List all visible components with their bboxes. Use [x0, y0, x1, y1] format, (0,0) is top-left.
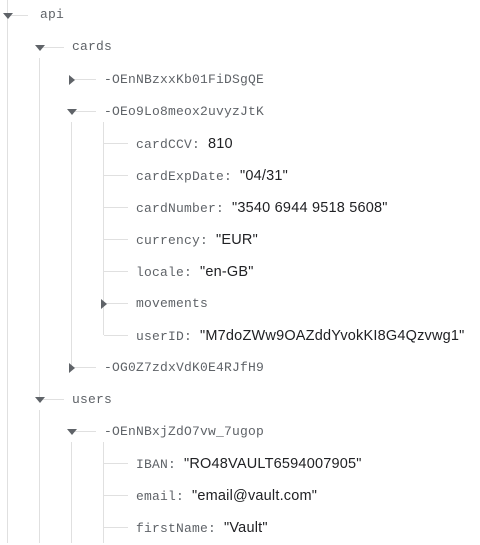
caret-down-icon[interactable]	[1, 9, 15, 23]
field-colon: :	[208, 521, 225, 536]
field-colon: :	[200, 233, 217, 248]
field-key: userID	[136, 329, 185, 344]
field-colon: :	[216, 201, 233, 216]
field-value: "RO48VAULT6594007905"	[184, 456, 362, 472]
field-key: IBAN	[136, 457, 169, 472]
tree-node-card[interactable]: -OEo9Lo8meox2uvyzJtK	[0, 96, 480, 128]
tree-field-currency[interactable]: currency: "EUR"	[0, 224, 480, 256]
field-value: "en-GB"	[200, 264, 254, 280]
field-key: locale	[136, 265, 185, 280]
node-key: -OG0Z7zdxVdK0E4RJfH9	[104, 360, 265, 375]
caret-right-icon[interactable]	[65, 361, 79, 375]
tree-node-movements[interactable]: movements	[0, 288, 480, 320]
tree-node-api[interactable]: api	[0, 0, 480, 32]
tree-field-cardCCV[interactable]: cardCCV: 810	[0, 128, 480, 160]
tree-field-userID[interactable]: userID: "M7doZWw9OAZddYvokKI8G4Qzvwg1"	[0, 320, 480, 352]
field-colon: :	[184, 329, 201, 344]
tree-node-user[interactable]: -OEnNBxjZdO7vw_7ugop	[0, 416, 480, 448]
field-key: cardCCV	[136, 137, 193, 152]
field-value: "3540 6944 9518 5608"	[232, 200, 388, 216]
field-key: firstName	[136, 521, 209, 536]
field-value: "EUR"	[216, 232, 258, 248]
tree-field-cardExpDate[interactable]: cardExpDate: "04/31"	[0, 160, 480, 192]
tree-node-card[interactable]: -OG0Z7zdxVdK0E4RJfH9	[0, 352, 480, 384]
tree-field-IBAN[interactable]: IBAN: "RO48VAULT6594007905"	[0, 448, 480, 480]
tree-field-firstName[interactable]: firstName: "Vault"	[0, 512, 480, 544]
field-colon: :	[192, 137, 209, 152]
caret-right-icon[interactable]	[97, 297, 111, 311]
field-key: email	[136, 489, 177, 504]
field-value: 810	[208, 136, 233, 152]
field-key: cardNumber	[136, 201, 217, 216]
field-colon: :	[176, 489, 193, 504]
node-key: users	[72, 392, 113, 407]
field-key: currency	[136, 233, 201, 248]
field-value: "M7doZWw9OAZddYvokKI8G4Qzvwg1"	[200, 328, 465, 344]
node-key: -OEo9Lo8meox2uvyzJtK	[104, 104, 265, 119]
field-colon: :	[224, 169, 241, 184]
tree-node-cards[interactable]: cards	[0, 32, 480, 64]
field-colon: :	[184, 265, 201, 280]
field-key: cardExpDate	[136, 169, 225, 184]
caret-down-icon[interactable]	[65, 425, 79, 439]
caret-down-icon[interactable]	[33, 393, 47, 407]
tree-field-email[interactable]: email: "email@vault.com"	[0, 480, 480, 512]
node-key: -OEnNBzxxKb01FiDSgQE	[104, 72, 265, 87]
tree-field-locale[interactable]: locale: "en-GB"	[0, 256, 480, 288]
caret-down-icon[interactable]	[65, 105, 79, 119]
field-value: "email@vault.com"	[192, 488, 318, 504]
field-value: "Vault"	[224, 520, 268, 536]
node-key: cards	[72, 39, 113, 54]
field-value: "04/31"	[240, 168, 289, 184]
tree-node-users[interactable]: users	[0, 384, 480, 416]
caret-down-icon[interactable]	[33, 41, 47, 55]
node-key: movements	[136, 296, 209, 311]
node-key: -OEnNBxjZdO7vw_7ugop	[104, 424, 265, 439]
tree-field-cardNumber[interactable]: cardNumber: "3540 6944 9518 5608"	[0, 192, 480, 224]
tree-node-card[interactable]: -OEnNBzxxKb01FiDSgQE	[0, 64, 480, 96]
caret-right-icon[interactable]	[65, 73, 79, 87]
node-key: api	[40, 7, 65, 22]
field-colon: :	[168, 457, 185, 472]
